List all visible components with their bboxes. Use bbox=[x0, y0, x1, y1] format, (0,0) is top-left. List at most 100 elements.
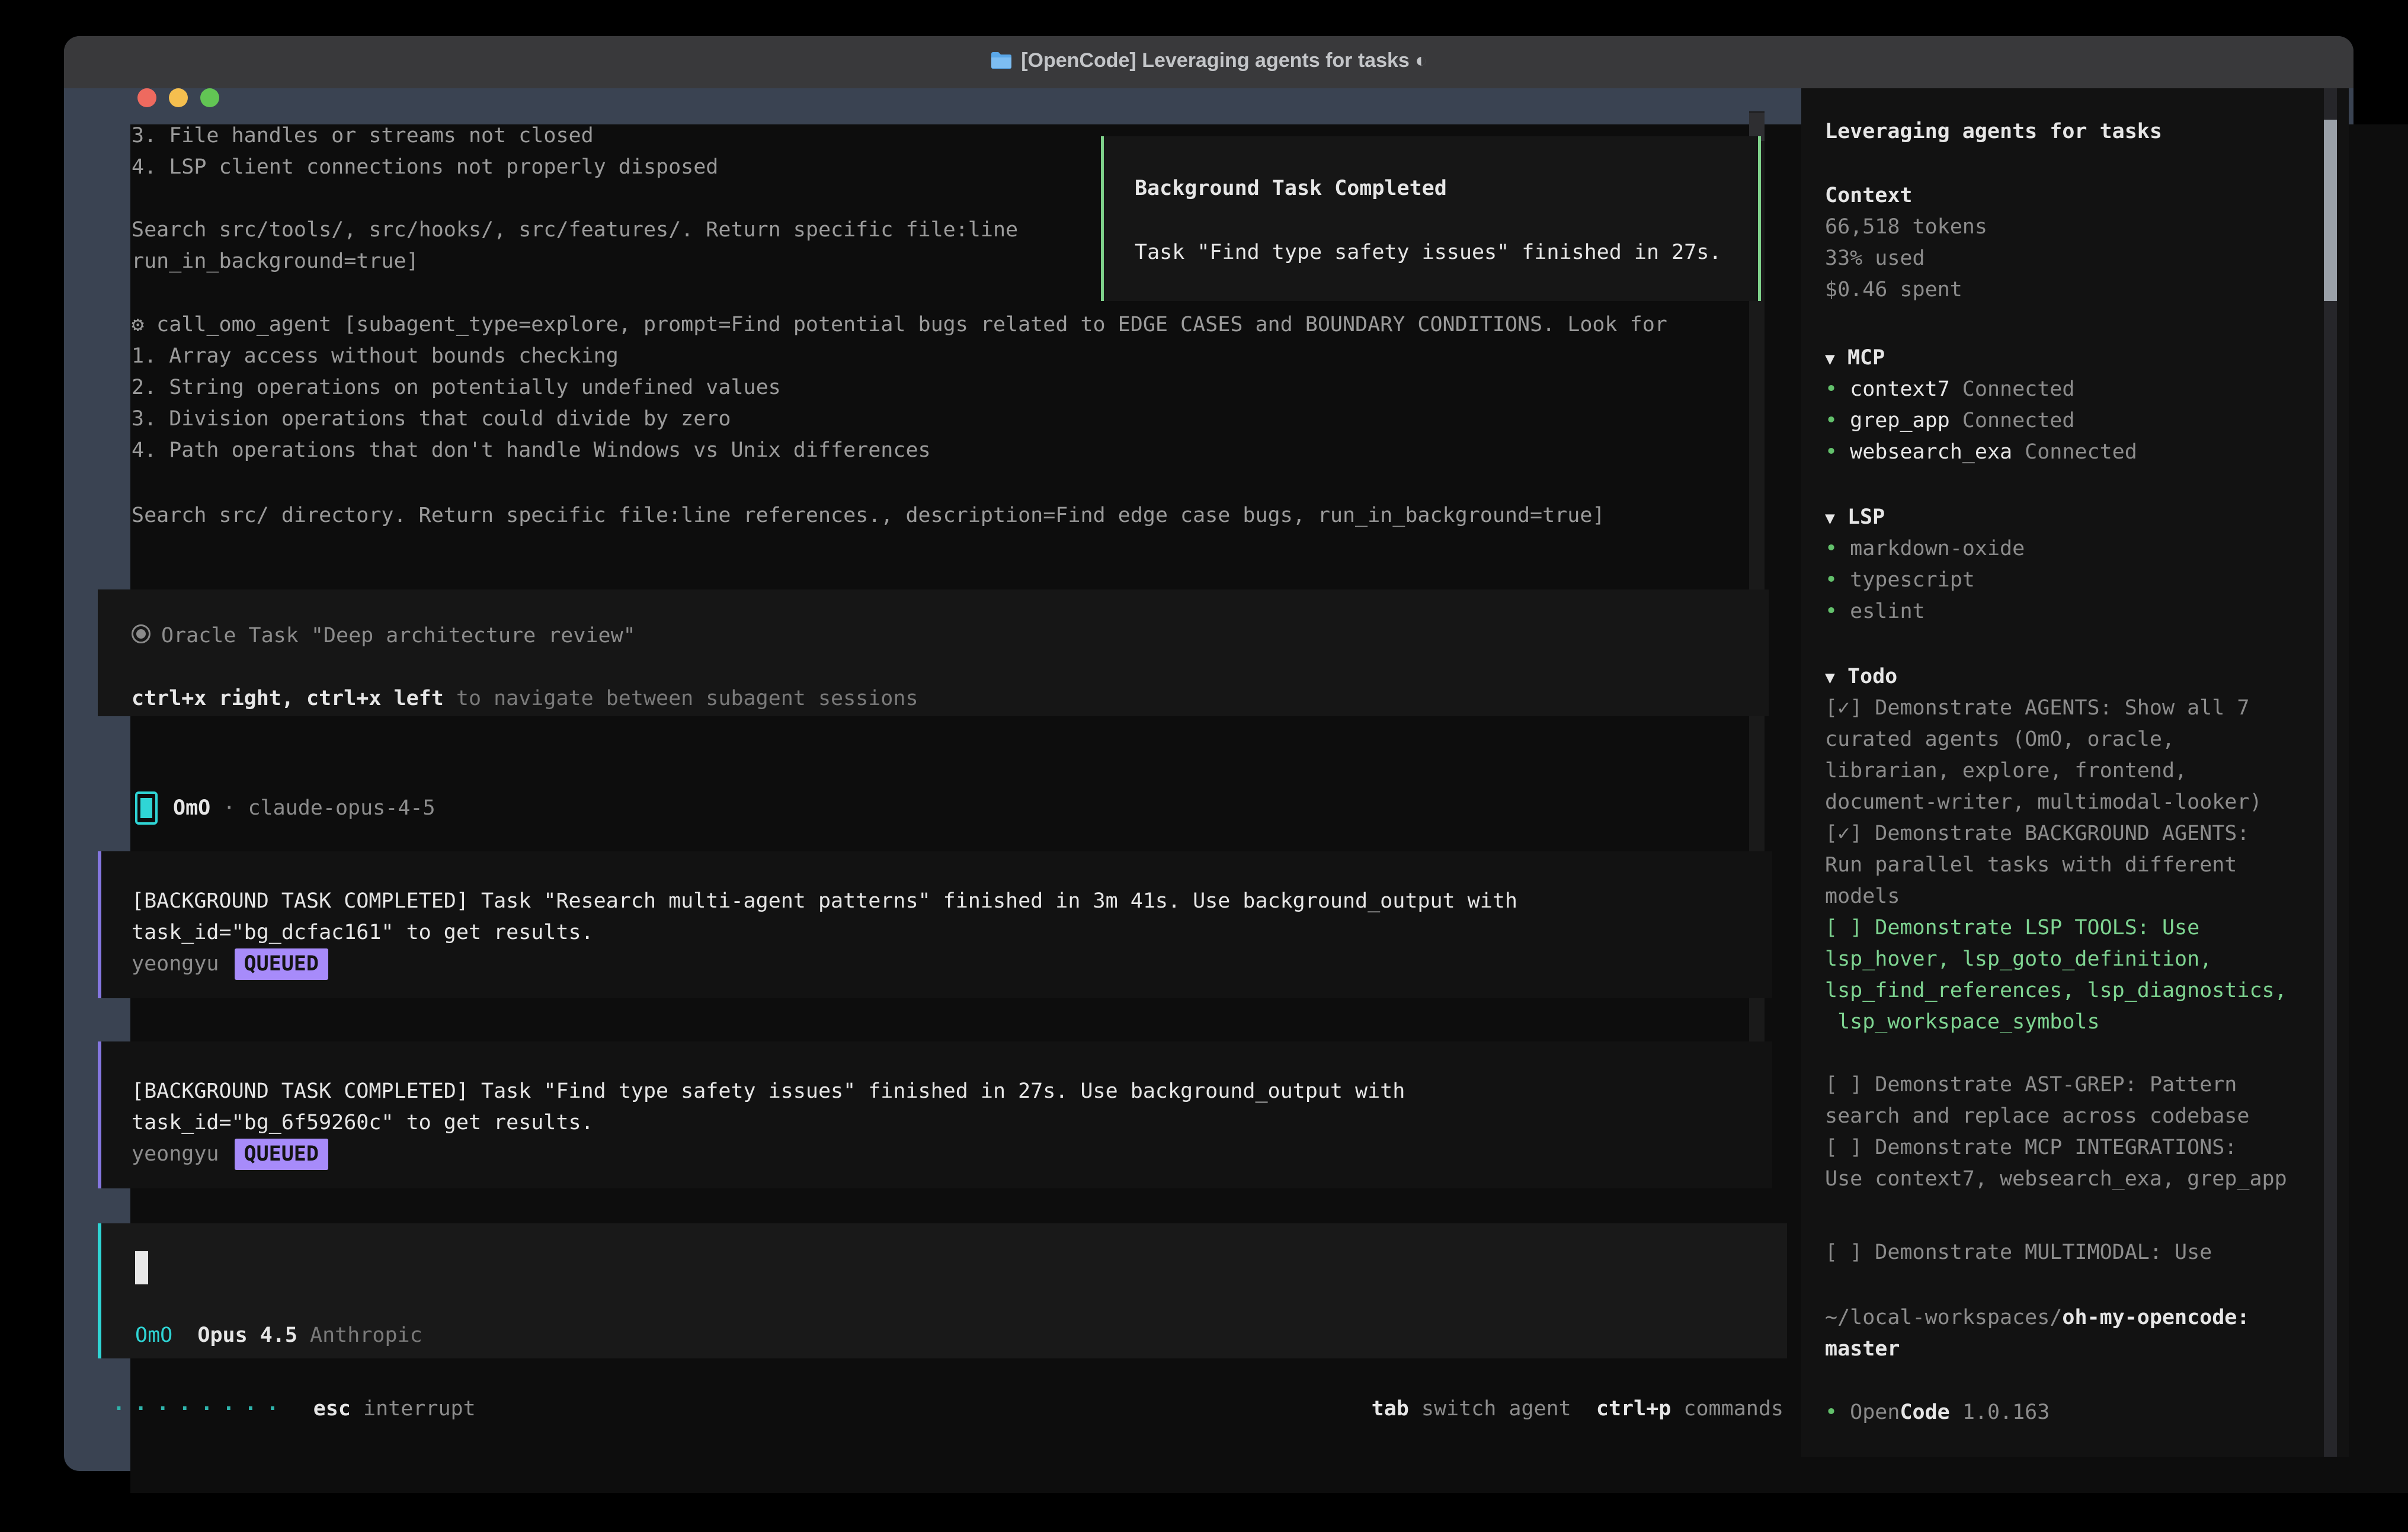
input-agent: OmO bbox=[135, 1323, 172, 1347]
status-dot-icon: • bbox=[1825, 537, 1837, 560]
esc-label: interrupt bbox=[351, 1397, 476, 1421]
tool-call-item: 2. String operations on potentially unde… bbox=[132, 372, 781, 403]
status-dot-icon: • bbox=[1825, 568, 1837, 592]
tool-call-item: 4. Path operations that don't handle Win… bbox=[132, 435, 931, 466]
session-title: Leveraging agents for tasks bbox=[1825, 116, 2162, 148]
ctrlp-key: ctrl+p bbox=[1596, 1397, 1671, 1421]
notification-body: Task "Find type safety issues" finished … bbox=[1135, 237, 1721, 268]
mcp-section-header[interactable]: ▼ MCP bbox=[1825, 342, 1885, 374]
version-number: 1.0.163 bbox=[1950, 1400, 2050, 1424]
task-message-card: [BACKGROUND TASK COMPLETED] Task "Resear… bbox=[98, 851, 1772, 998]
agent-name: OmO bbox=[173, 796, 210, 820]
todo-line-done: librarian, explore, frontend, bbox=[1825, 755, 2187, 787]
todo-line-done: curated agents (OmO, oracle, bbox=[1825, 724, 2175, 755]
status-bar-left: ········ esc interrupt bbox=[113, 1393, 476, 1425]
todo-line-done: document-writer, multimodal-looker) bbox=[1825, 787, 2262, 818]
todo-line-pending: [ ] Demonstrate MCP INTEGRATIONS: bbox=[1825, 1132, 2237, 1164]
task-message-meta: yeongyuQUEUED bbox=[132, 1139, 328, 1170]
chevron-down-icon: ▼ bbox=[1825, 668, 1835, 687]
lsp-item: • typescript bbox=[1825, 565, 1975, 596]
todo-line-done: [✓] Demonstrate BACKGROUND AGENTS: bbox=[1825, 818, 2249, 850]
lsp-item: • markdown-oxide bbox=[1825, 533, 2025, 565]
context-spent: $0.46 spent bbox=[1825, 274, 1962, 306]
todo-line-active: lsp_workspace_symbols bbox=[1825, 1007, 2100, 1038]
chat-line: 4. LSP client connections not properly d… bbox=[132, 152, 718, 183]
chat-line: 3. File handles or streams not closed bbox=[132, 120, 594, 152]
separator-dot: · bbox=[223, 796, 235, 820]
lsp-item: • eslint bbox=[1825, 596, 1925, 627]
tab-label: switch agent bbox=[1409, 1397, 1571, 1421]
sidebar-scrollbar-thumb[interactable] bbox=[2324, 120, 2337, 301]
mcp-item: • grep_app Connected bbox=[1825, 405, 2074, 437]
todo-line-pending: Use context7, websearch_exa, grep_app bbox=[1825, 1164, 2287, 1195]
task-message-meta: yeongyu QUEUED bbox=[132, 948, 328, 980]
tool-call-tail: Search src/ directory. Return specific f… bbox=[132, 500, 1605, 531]
task-message-line2: task_id="bg_dcfac161" to get results. bbox=[132, 917, 594, 948]
workspace-repo: oh-my-opencode: bbox=[2062, 1306, 2249, 1329]
gear-icon: ⚙ bbox=[132, 313, 144, 336]
zoom-window-button[interactable] bbox=[200, 88, 219, 107]
text-cursor bbox=[135, 1251, 148, 1284]
workspace-path: ~/local-workspaces/oh-my-opencode: bbox=[1825, 1302, 2249, 1334]
todo-section-header[interactable]: ▼ Todo bbox=[1825, 661, 1897, 693]
status-dot-icon: • bbox=[1825, 409, 1837, 432]
context-used: 33% used bbox=[1825, 243, 1925, 274]
todo-line-active: [ ] Demonstrate LSP TOOLS: Use bbox=[1825, 912, 2199, 944]
prompt-input[interactable]: OmO Opus 4.5 Anthropic bbox=[98, 1223, 1787, 1358]
brand-open: Open bbox=[1850, 1400, 1900, 1424]
task-message-line1: [BACKGROUND TASK COMPLETED] Task "Resear… bbox=[132, 886, 1517, 917]
todo-line-active: lsp_find_references, lsp_diagnostics, bbox=[1825, 975, 2287, 1007]
esc-key: esc bbox=[313, 1397, 351, 1421]
fisheye-icon bbox=[132, 624, 150, 643]
status-bar-right: tab switch agent ctrl+p commands bbox=[1351, 1393, 1783, 1425]
status-dot-icon: • bbox=[1825, 600, 1837, 623]
lsp-section-header[interactable]: ▼ LSP bbox=[1825, 502, 1885, 534]
oracle-task-hint: ctrl+x right, ctrl+x left to navigate be… bbox=[132, 683, 918, 714]
status-badge: QUEUED bbox=[235, 948, 328, 980]
status-dot-icon: • bbox=[1825, 440, 1837, 464]
spinner-dots-icon: ········ bbox=[113, 1397, 289, 1421]
close-window-button[interactable] bbox=[137, 88, 156, 107]
agent-header: OmO · claude-opus-4-5 bbox=[173, 793, 436, 824]
todo-line-pending: [ ] Demonstrate AST-GREP: Pattern bbox=[1825, 1069, 2237, 1101]
task-author: yeongyu bbox=[132, 952, 219, 976]
task-message-line2: task_id="bg_6f59260c" to get results. bbox=[132, 1107, 594, 1139]
context-tokens: 66,518 tokens bbox=[1825, 211, 1987, 243]
todo-line-done: [✓] Demonstrate AGENTS: Show all 7 bbox=[1825, 693, 2249, 724]
input-meta-row: OmO Opus 4.5 Anthropic bbox=[135, 1320, 422, 1351]
minimize-window-button[interactable] bbox=[169, 88, 188, 107]
mcp-item: • context7 Connected bbox=[1825, 374, 2074, 405]
brand-code: Code bbox=[1900, 1400, 1949, 1424]
todo-line-done: models bbox=[1825, 881, 1900, 912]
oracle-task-box: Oracle Task "Deep architecture review" c… bbox=[98, 589, 1769, 716]
hint-keys: ctrl+x right, ctrl+x left bbox=[132, 687, 444, 710]
opencode-version-row: • OpenCode 1.0.163 bbox=[1825, 1397, 2050, 1428]
tab-key: tab bbox=[1372, 1397, 1409, 1421]
workspace-branch: master bbox=[1825, 1334, 1900, 1365]
task-message-card: [BACKGROUND TASK COMPLETED] Task "Find t… bbox=[98, 1041, 1772, 1188]
input-model: Opus 4.5 bbox=[197, 1323, 297, 1347]
notification-title: Background Task Completed bbox=[1135, 173, 1447, 204]
status-dot-icon: • bbox=[1825, 1400, 1837, 1424]
chat-line: Search src/tools/, src/hooks/, src/featu… bbox=[132, 214, 1018, 246]
folder-icon bbox=[990, 52, 1013, 69]
tool-call-item: 1. Array access without bounds checking bbox=[132, 341, 619, 372]
task-message-line1: [BACKGROUND TASK COMPLETED] Task "Find t… bbox=[132, 1076, 1405, 1107]
tool-call-line: ⚙ call_omo_agent [subagent_type=explore,… bbox=[132, 309, 1731, 341]
todo-line-done: Run parallel tasks with different bbox=[1825, 850, 2237, 881]
context-heading: Context bbox=[1825, 180, 1913, 211]
screenshot-canvas: [OpenCode] Leveraging agents for tasks ◐… bbox=[0, 0, 2408, 1532]
task-author: yeongyu bbox=[132, 1142, 219, 1166]
ctrlp-label: commands bbox=[1671, 1397, 1783, 1421]
chat-line: run_in_background=true] bbox=[132, 246, 419, 277]
chevron-down-icon: ▼ bbox=[1825, 349, 1835, 368]
oracle-task-title: Oracle Task "Deep architecture review" bbox=[132, 620, 636, 652]
todo-line-active: lsp_hover, lsp_goto_definition, bbox=[1825, 944, 2212, 975]
agent-checkbox-icon[interactable] bbox=[135, 791, 158, 825]
background-task-notification: Background Task Completed Task "Find typ… bbox=[1101, 136, 1761, 301]
title-bar: [OpenCode] Leveraging agents for tasks ◐ bbox=[64, 36, 2353, 88]
mcp-item: • websearch_exa Connected bbox=[1825, 437, 2137, 468]
input-provider: Anthropic bbox=[310, 1323, 422, 1347]
chevron-down-icon: ▼ bbox=[1825, 508, 1835, 528]
tool-call-item: 3. Division operations that could divide… bbox=[132, 403, 731, 435]
